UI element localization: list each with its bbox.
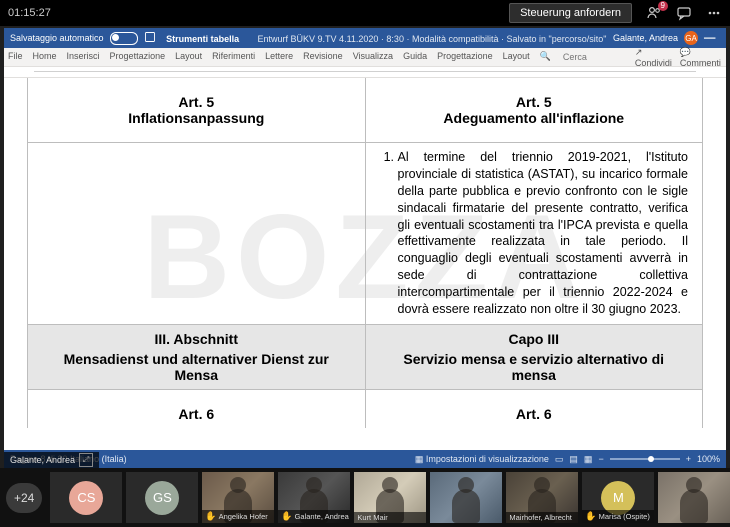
- cell-subheading: Inflationsanpassung: [42, 110, 351, 136]
- cell-heading: Art. 5: [42, 84, 351, 110]
- ribbon-tab[interactable]: Riferimenti: [212, 51, 255, 63]
- ribbon-tab[interactable]: Revisione: [303, 51, 343, 63]
- cell-subheading: Adeguamento all'inflazione: [380, 110, 689, 136]
- shared-word-window: Salvataggio automatico Strumenti tabella…: [4, 28, 726, 468]
- participant-avatar: CS: [69, 481, 103, 515]
- view-mode-icon[interactable]: ▤: [569, 454, 578, 465]
- save-icon[interactable]: [144, 30, 160, 46]
- presenter-expand-icon[interactable]: ⤢: [79, 453, 93, 467]
- ribbon-tab[interactable]: Layout: [175, 51, 202, 63]
- document-table: Art. 5 Inflationsanpassung Art. 5 Adegua…: [27, 78, 703, 428]
- section-heading: III. Abschnitt: [42, 331, 351, 347]
- zoom-in-icon[interactable]: +: [686, 454, 691, 464]
- ribbon-tab[interactable]: Inserisci: [67, 51, 100, 63]
- word-titlebar: Salvataggio automatico Strumenti tabella…: [4, 28, 726, 48]
- participant-tile[interactable]: [658, 472, 730, 523]
- request-control-button[interactable]: Steuerung anfordern: [509, 3, 632, 23]
- ribbon-tab[interactable]: Lettere: [265, 51, 293, 63]
- ribbon-tab[interactable]: Guida: [403, 51, 427, 63]
- comments-button[interactable]: 💬 Commenti: [680, 47, 722, 68]
- view-mode-icon[interactable]: ▭: [555, 454, 564, 465]
- participant-tile[interactable]: ✋Angelika Hofer: [202, 472, 274, 523]
- cell-heading: Art. 6: [42, 396, 351, 422]
- participant-avatar: GS: [145, 481, 179, 515]
- participant-tile[interactable]: GS: [126, 472, 198, 523]
- people-icon[interactable]: 9: [646, 5, 662, 21]
- window-min-icon[interactable]: ─: [704, 30, 720, 46]
- cell-heading: Art. 6: [380, 396, 689, 422]
- participant-tile[interactable]: CS: [50, 472, 122, 523]
- participant-tile[interactable]: M ✋Marisa (Ospite): [582, 472, 654, 523]
- participant-tile[interactable]: Mairhofer, Albrecht: [506, 472, 578, 523]
- zoom-slider[interactable]: [610, 458, 680, 460]
- word-user-name: Galante, Andrea: [613, 33, 678, 43]
- participant-tile[interactable]: Kurt Mair: [354, 472, 426, 523]
- ribbon-tab[interactable]: File: [8, 51, 23, 63]
- word-document-area[interactable]: BOZZA Art. 5 Inflationsanpassung Art. 5 …: [4, 78, 726, 450]
- ribbon-tab[interactable]: Progettazione: [437, 51, 493, 63]
- more-icon[interactable]: [706, 5, 722, 21]
- autosave-label: Salvataggio automatico: [10, 33, 104, 43]
- teams-meeting-bar: 01:15:27 Steuerung anfordern 9: [0, 0, 730, 26]
- ribbon-tab[interactable]: Home: [33, 51, 57, 63]
- overflow-participants-button[interactable]: +24: [6, 483, 42, 513]
- word-doc-subtitle: Entwurf BÜKV 9.TV 4.11.2020 · 8:30 · Mod…: [258, 34, 607, 44]
- word-user-avatar[interactable]: GA: [684, 31, 698, 45]
- participant-count-badge: 9: [658, 1, 668, 11]
- raised-hand-icon: ✋: [585, 511, 596, 522]
- word-status-bar: Pagina 8 di 30 Italiano (Italia) ▦ Impos…: [4, 450, 726, 468]
- participant-tile[interactable]: [430, 472, 502, 523]
- zoom-level[interactable]: 100%: [697, 454, 720, 464]
- word-ribbon: File Home Inserisci Progettazione Layout…: [4, 48, 726, 67]
- word-ruler[interactable]: [4, 67, 726, 78]
- chat-icon[interactable]: [676, 5, 692, 21]
- ribbon-tab[interactable]: Layout: [503, 51, 530, 63]
- ribbon-tab[interactable]: Visualizza: [353, 51, 393, 63]
- section-heading: Capo III: [380, 331, 689, 347]
- autosave-toggle[interactable]: [110, 32, 138, 45]
- raised-hand-icon: ✋: [281, 511, 292, 522]
- participant-tile[interactable]: ✋Galante, Andrea: [278, 472, 350, 523]
- share-button[interactable]: ↗ Condividi: [635, 47, 672, 68]
- ribbon-search-input[interactable]: [561, 51, 625, 63]
- participant-strip: +24 CS GS ✋Angelika Hofer ✋Galante, Andr…: [0, 468, 730, 527]
- word-doc-title: Strumenti tabella: [166, 34, 239, 44]
- meeting-timer: 01:15:27: [8, 7, 51, 19]
- presenter-label: Galante, Andrea ⤢: [4, 452, 99, 468]
- cell-body-left: [28, 143, 366, 325]
- section-title: Servizio mensa e servizio alternativo di…: [380, 351, 689, 383]
- status-view-settings[interactable]: ▦ Impostazioni di visualizzazione: [415, 454, 549, 465]
- cell-heading: Art. 5: [380, 84, 689, 110]
- zoom-out-icon[interactable]: −: [598, 454, 603, 464]
- ribbon-tab[interactable]: Progettazione: [110, 51, 166, 63]
- cell-body-right: Al termine del triennio 2019-2021, l'Ist…: [365, 143, 703, 325]
- view-mode-icon[interactable]: ▦: [584, 454, 593, 465]
- section-title: Mensadienst und alternativer Dienst zur …: [42, 351, 351, 383]
- raised-hand-icon: ✋: [205, 511, 216, 522]
